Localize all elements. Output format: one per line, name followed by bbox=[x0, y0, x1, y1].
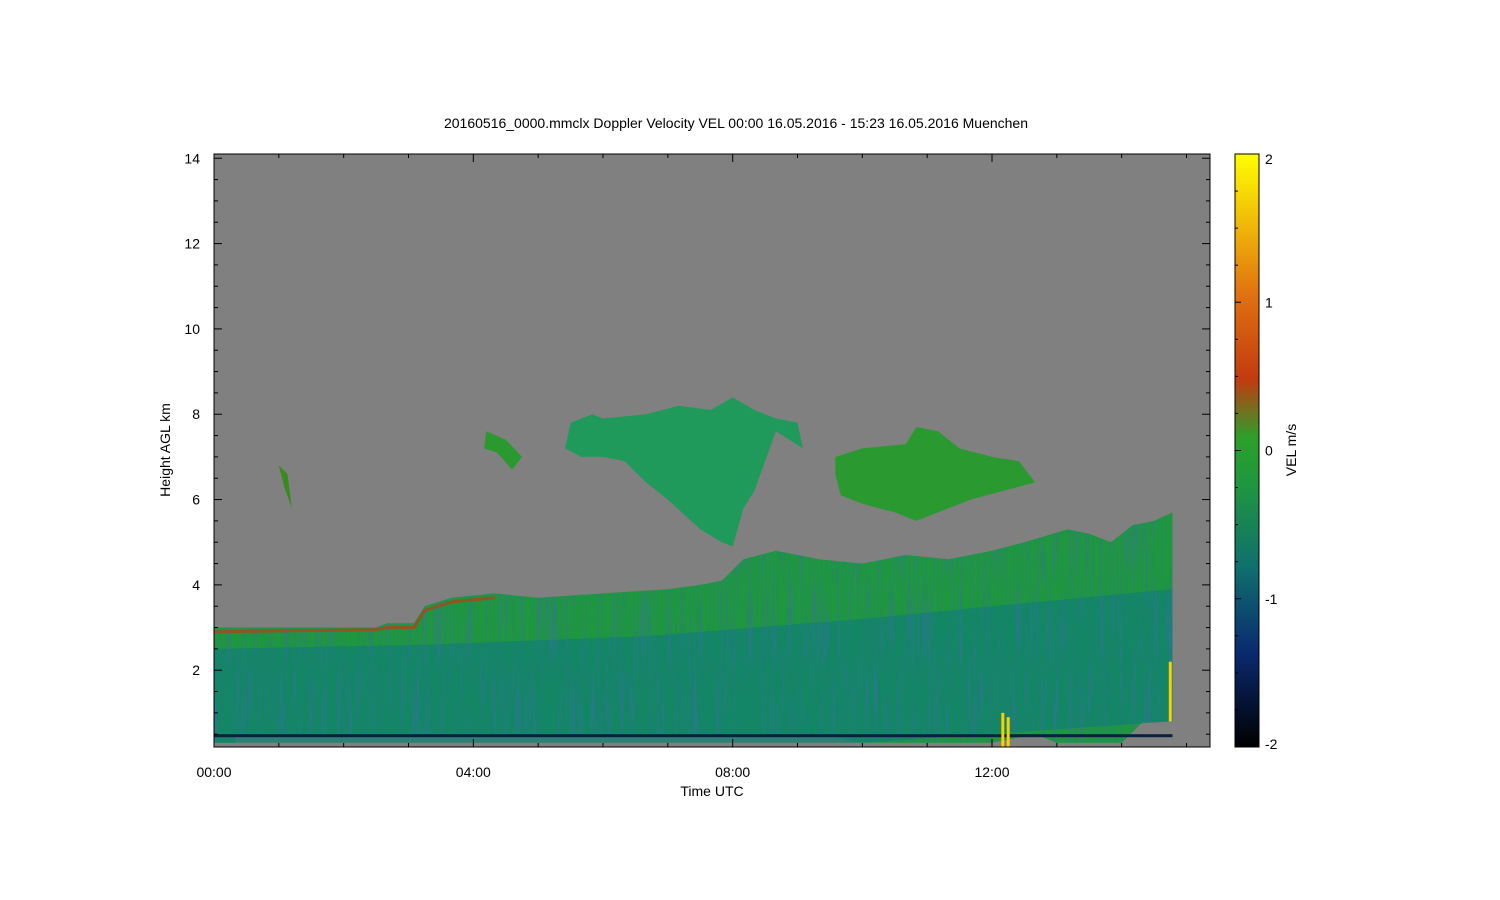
y-tick-label: 8 bbox=[192, 406, 200, 422]
x-tick-label: 12:00 bbox=[974, 764, 1009, 780]
colorbar-label: VEL m/s bbox=[1283, 424, 1299, 476]
x-tick-label: 00:00 bbox=[196, 764, 231, 780]
y-tick-label: 2 bbox=[192, 662, 200, 678]
colorbar-tick-label: 0 bbox=[1265, 443, 1273, 459]
y-tick-label: 12 bbox=[184, 236, 200, 252]
y-tick-label: 6 bbox=[192, 492, 200, 508]
x-tick-label: 08:00 bbox=[715, 764, 750, 780]
colorbar-tick-label: -1 bbox=[1265, 591, 1278, 607]
colorbar-tick-label: 2 bbox=[1265, 151, 1273, 167]
colorbar-tick-label: 1 bbox=[1265, 294, 1273, 310]
y-tick-label: 14 bbox=[184, 150, 200, 166]
x-tick-label: 04:00 bbox=[456, 764, 491, 780]
colorbar-tick-label: -2 bbox=[1265, 736, 1278, 752]
x-axis-label: Time UTC bbox=[680, 783, 743, 799]
y-axis-label: Height AGL km bbox=[157, 403, 173, 497]
y-tick-label: 10 bbox=[184, 321, 200, 337]
velocity-chart: 00:00 04:00 08:00 12:00 2468101214 Time UTC… bbox=[157, 150, 1299, 799]
echo-surface-line bbox=[214, 734, 1173, 738]
y-tick-label: 4 bbox=[192, 577, 200, 593]
